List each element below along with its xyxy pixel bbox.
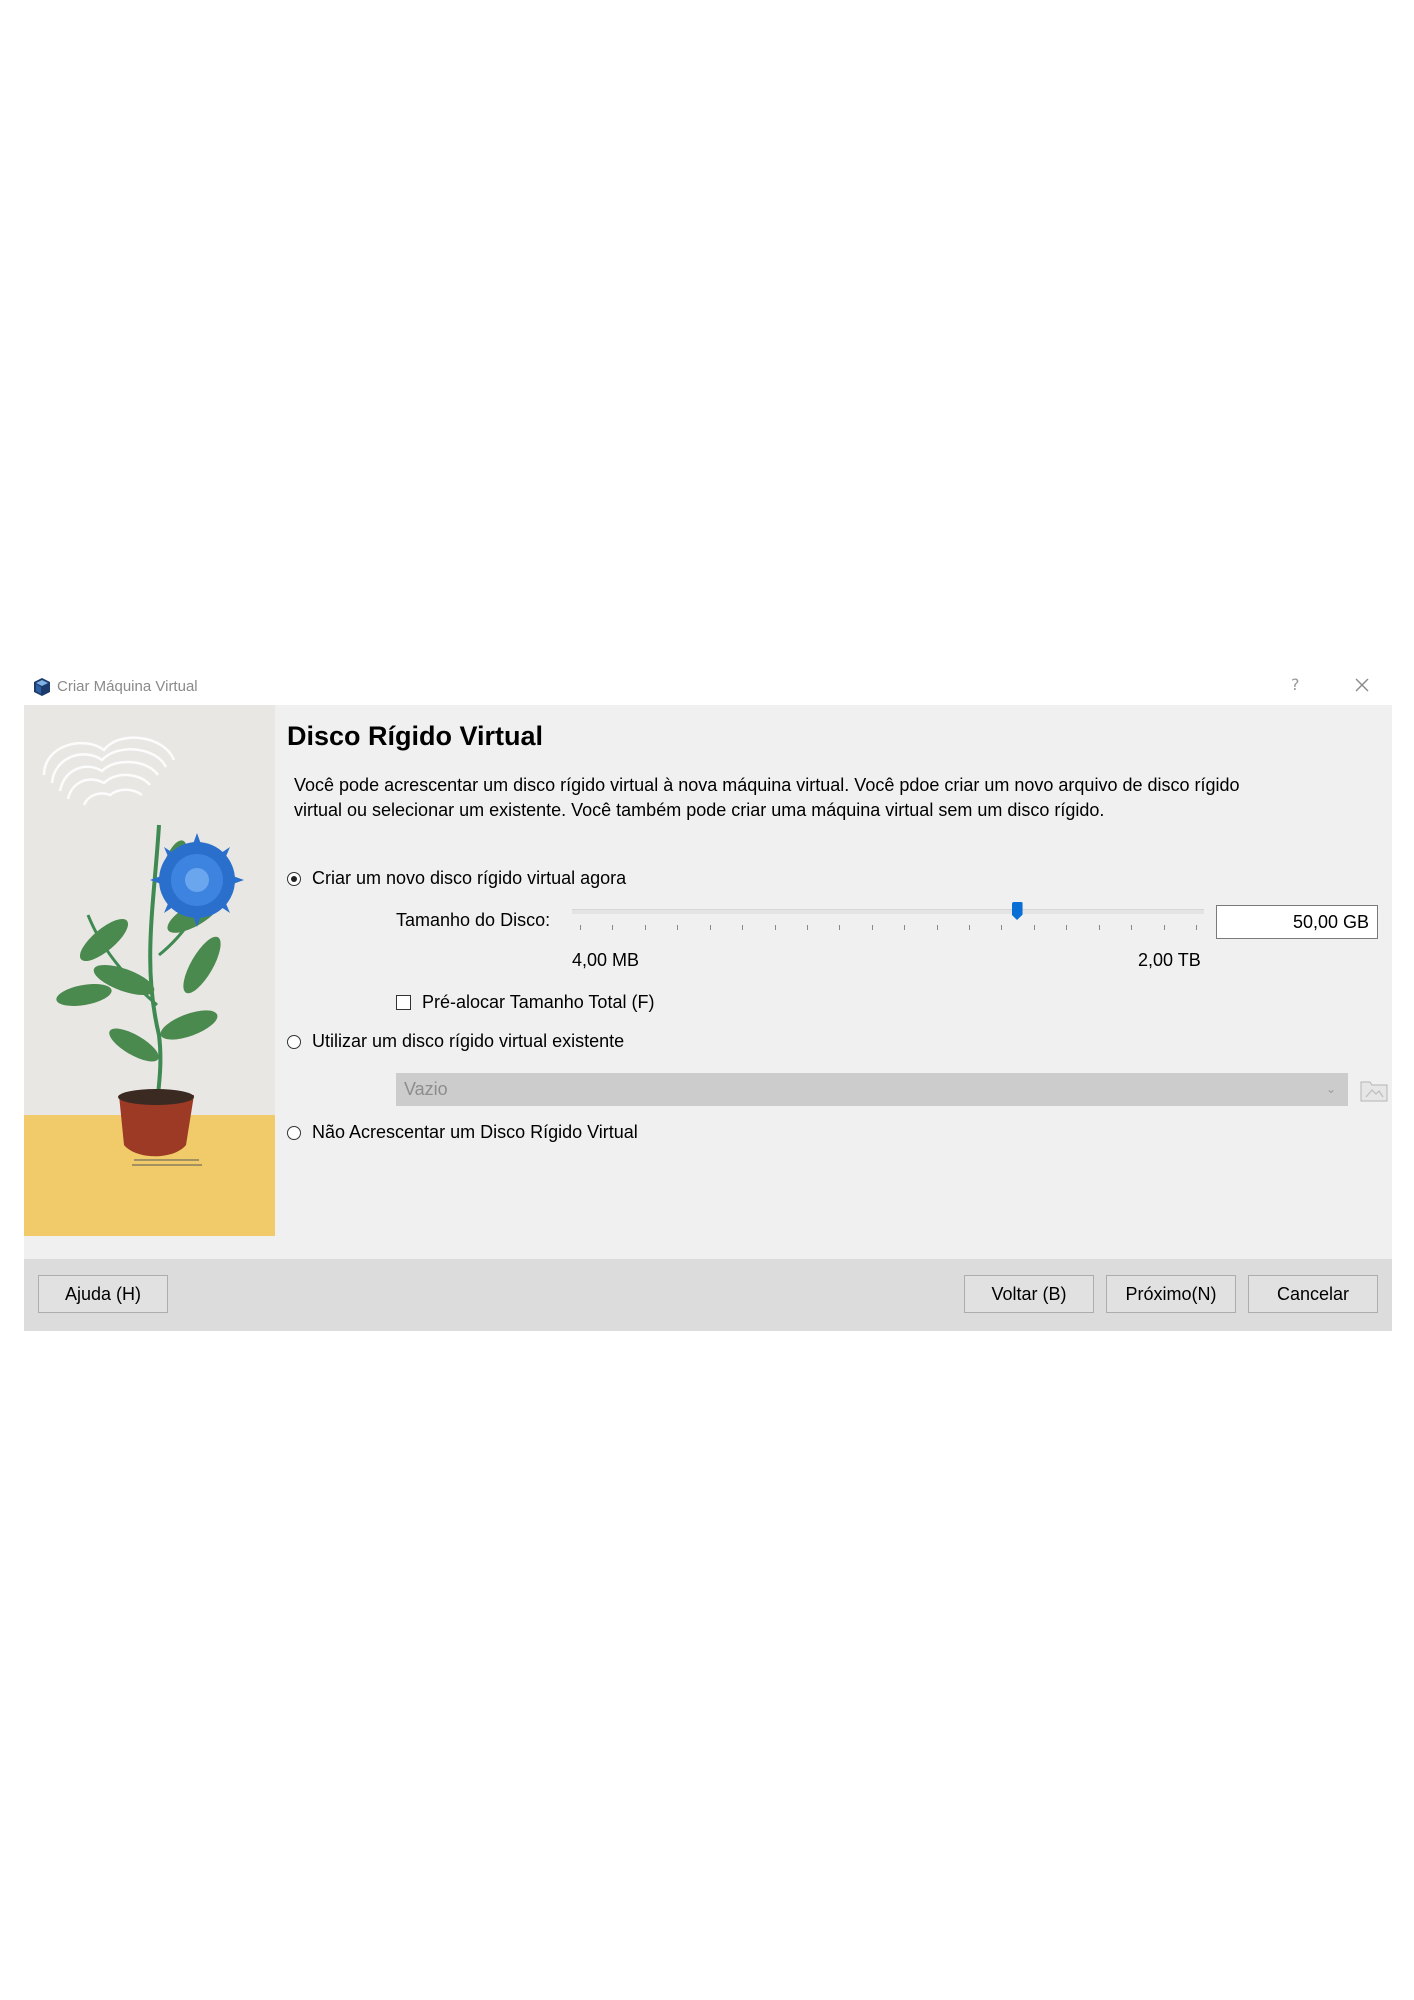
slider-tick bbox=[936, 925, 938, 930]
page-description: Você pode acrescentar um disco rígido vi… bbox=[294, 775, 1240, 820]
existing-disk-select[interactable]: Vazio ⌄ bbox=[396, 1073, 1348, 1106]
radio-button[interactable] bbox=[287, 1034, 301, 1049]
disk-size-slider[interactable] bbox=[572, 898, 1204, 932]
slider-tick bbox=[806, 925, 808, 930]
disk-size-label: Tamanho do Disco: bbox=[396, 910, 551, 930]
use-existing-disk-label: Utilizar um disco rígido virtual existen… bbox=[312, 1031, 625, 1051]
back-button[interactable]: Voltar (B) bbox=[964, 1275, 1094, 1313]
radio-button[interactable] bbox=[287, 1125, 301, 1140]
disk-size-min-label: 4,00 MB bbox=[572, 950, 640, 970]
slider-tick bbox=[871, 925, 873, 930]
slider-tick bbox=[612, 925, 614, 930]
folder-browse-icon[interactable] bbox=[1358, 1075, 1390, 1105]
next-button[interactable]: Próximo(N) bbox=[1106, 1275, 1236, 1313]
create-new-disk-label: Criar um novo disco rígido virtual agora bbox=[312, 868, 627, 888]
prealloc-checkbox[interactable]: Pré-alocar Tamanho Total (F) bbox=[396, 992, 654, 1013]
slider-tick bbox=[969, 925, 971, 930]
slider-tick bbox=[709, 925, 711, 930]
flower-pot-illustration bbox=[24, 705, 275, 1236]
slider-tick bbox=[580, 925, 581, 930]
create-new-disk-radio[interactable]: Criar um novo disco rígido virtual agora bbox=[287, 868, 626, 889]
wizard-content: Disco Rígido Virtual Você pode acrescent… bbox=[24, 705, 1392, 1259]
slider-tick bbox=[677, 925, 679, 930]
cancel-button[interactable]: Cancelar bbox=[1248, 1275, 1378, 1313]
slider-track bbox=[572, 909, 1204, 914]
radio-button-checked[interactable] bbox=[287, 871, 301, 886]
existing-disk-value: Vazio bbox=[404, 1079, 448, 1099]
no-disk-radio[interactable]: Não Acrescentar um Disco Rígido Virtual bbox=[287, 1122, 638, 1143]
slider-tick bbox=[1066, 925, 1068, 930]
no-disk-label: Não Acrescentar um Disco Rígido Virtual bbox=[312, 1122, 638, 1142]
chevron-down-icon: ⌄ bbox=[1325, 1082, 1336, 1096]
slider-tick bbox=[1163, 925, 1165, 930]
slider-tick bbox=[839, 925, 841, 930]
checkbox-box[interactable] bbox=[396, 995, 411, 1010]
help-icon[interactable]: ? bbox=[1291, 675, 1300, 694]
slider-tick bbox=[742, 925, 744, 930]
page-title: Disco Rígido Virtual bbox=[287, 721, 544, 751]
create-vm-dialog: Criar Máquina Virtual ? Disco Rígido Vir… bbox=[24, 665, 1392, 1331]
button-bar: Ajuda (H) Voltar (B) Próximo(N) Cancelar bbox=[24, 1259, 1392, 1331]
slider-tick bbox=[904, 925, 906, 930]
slider-thumb[interactable] bbox=[1011, 902, 1023, 920]
help-button[interactable]: Ajuda (H) bbox=[38, 1275, 168, 1313]
slider-tick bbox=[1001, 925, 1003, 930]
slider-tick bbox=[1033, 925, 1035, 930]
prealloc-label: Pré-alocar Tamanho Total (F) bbox=[422, 992, 655, 1012]
disk-size-max-label: 2,00 TB bbox=[1138, 950, 1201, 970]
disk-size-input[interactable]: 50,00 GB bbox=[1216, 905, 1378, 939]
slider-tick bbox=[1098, 925, 1100, 930]
title-bar: Criar Máquina Virtual ? bbox=[24, 665, 1392, 705]
close-icon[interactable] bbox=[1353, 676, 1371, 694]
window-title: Criar Máquina Virtual bbox=[57, 678, 198, 695]
slider-tick bbox=[644, 925, 646, 930]
slider-tick bbox=[1131, 925, 1133, 930]
use-existing-disk-radio[interactable]: Utilizar um disco rígido virtual existen… bbox=[287, 1031, 624, 1052]
virtualbox-icon bbox=[34, 678, 50, 696]
slider-tick bbox=[774, 925, 776, 930]
slider-tick bbox=[1196, 925, 1197, 930]
